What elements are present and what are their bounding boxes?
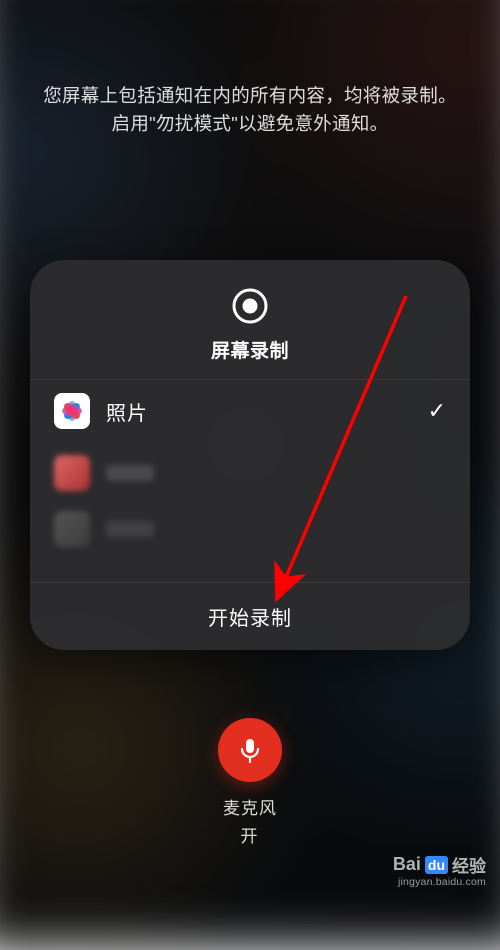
photos-app-icon [54, 393, 90, 429]
panel-header: 屏幕录制 [30, 260, 470, 379]
watermark-brand-suffix: 经验 [452, 852, 486, 877]
app-row-label: 照片 [106, 397, 148, 426]
screen: 您屏幕上包括通知在内的所有内容，均将被录制。启用"勿扰模式"以避免意外通知。 屏… [0, 0, 500, 896]
app-row-blurred[interactable] [30, 504, 470, 554]
blurred-app-label [106, 465, 154, 481]
app-row-photos[interactable]: 照片 ✓ [30, 380, 470, 442]
microphone-icon [235, 735, 265, 765]
microphone-status: 开 [241, 822, 260, 847]
checkmark-icon: ✓ [428, 398, 446, 424]
blurred-app-icon [54, 455, 90, 491]
record-icon [230, 286, 270, 326]
watermark-brand-prefix: Bai [393, 854, 421, 875]
screen-recording-panel: 屏幕录制 [30, 260, 470, 650]
panel-title: 屏幕录制 [211, 336, 289, 363]
blurred-app-icon [54, 511, 90, 547]
start-recording-label: 开始录制 [208, 602, 292, 631]
microphone-label: 麦克风 [223, 794, 277, 819]
instruction-text: 您屏幕上包括通知在内的所有内容，均将被录制。启用"勿扰模式"以避免意外通知。 [40, 82, 460, 138]
microphone-section: 麦克风 开 [218, 718, 282, 847]
watermark-brand-box: du [425, 856, 448, 874]
app-row-blurred[interactable] [30, 442, 470, 504]
watermark: Baidu 经验 jingyan.baidu.com [393, 852, 486, 888]
blurred-app-label [106, 521, 154, 537]
app-destination-list: 照片 ✓ [30, 380, 470, 582]
microphone-toggle-button[interactable] [218, 718, 282, 782]
watermark-url: jingyan.baidu.com [398, 876, 486, 888]
start-recording-button[interactable]: 开始录制 [30, 582, 470, 650]
